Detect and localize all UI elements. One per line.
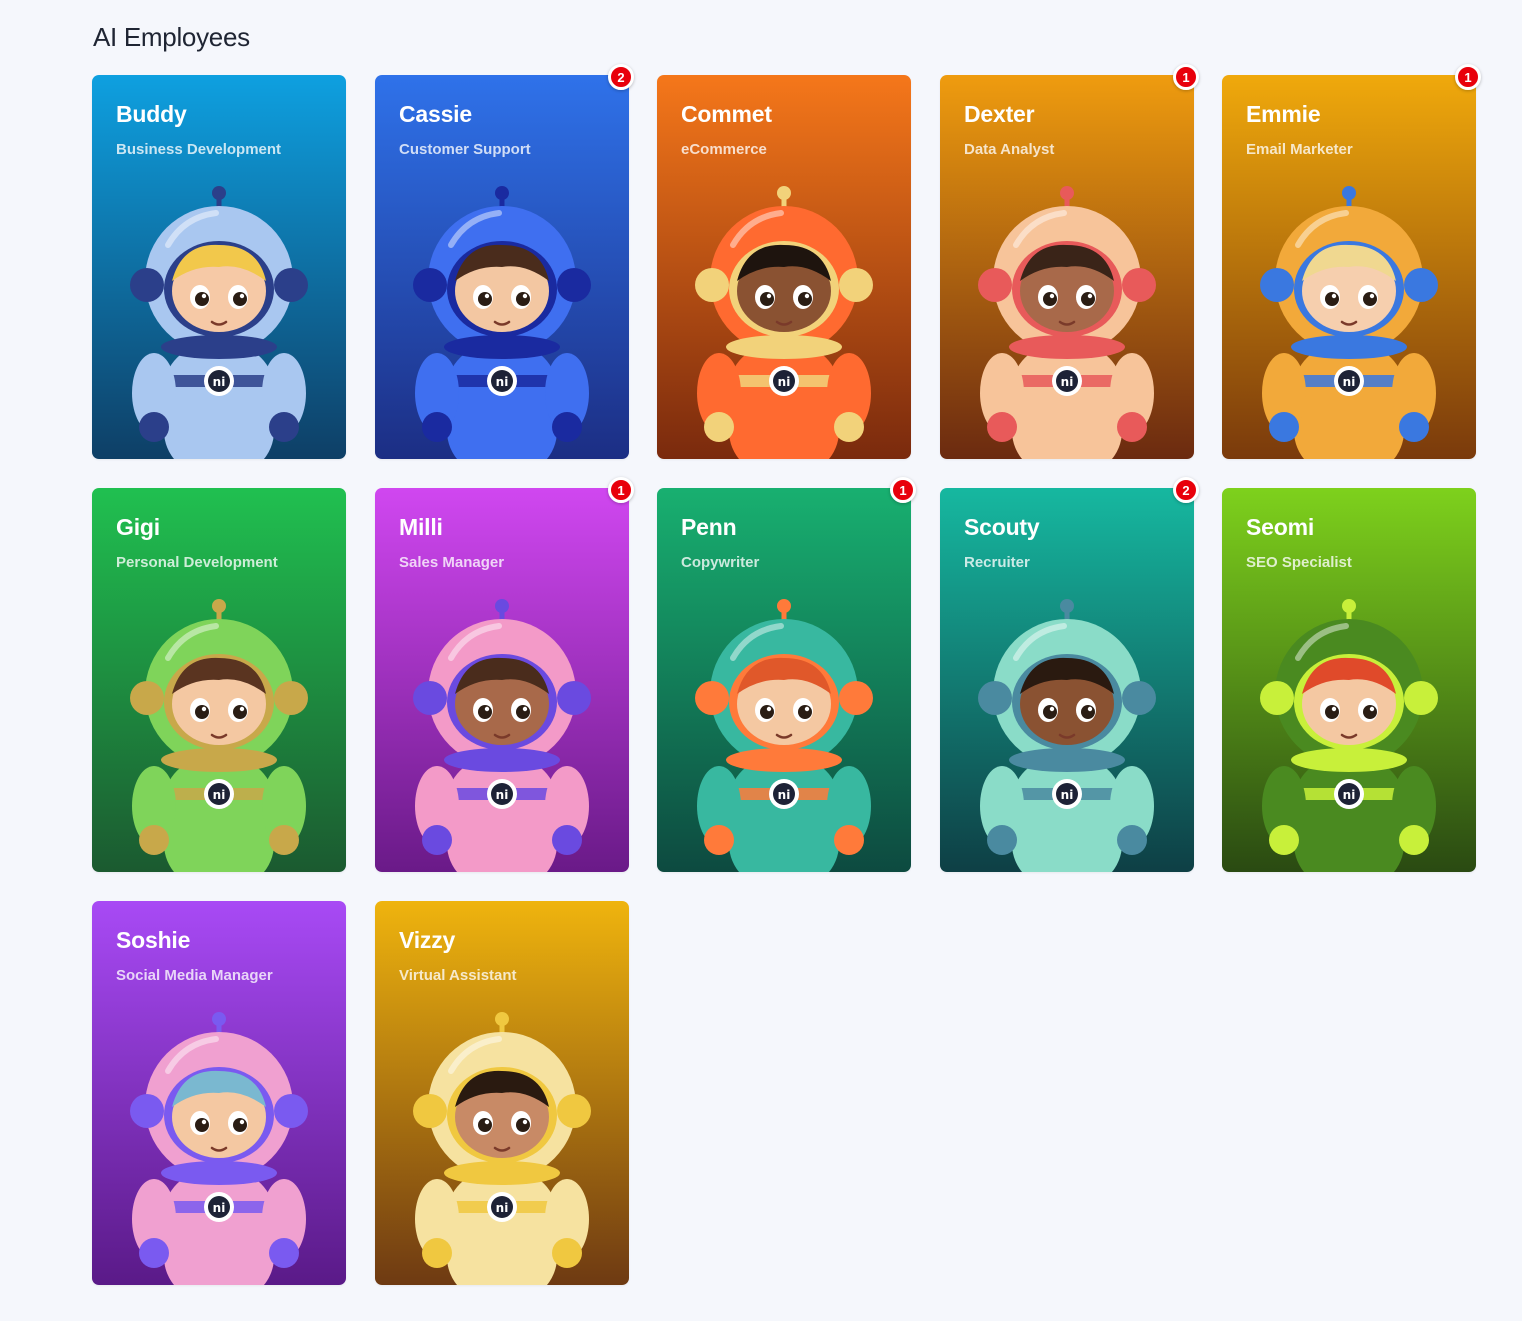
page-title: AI Employees [93,22,250,52]
employee-card-milli[interactable]: ni Milli Sales Manager [375,488,629,872]
svg-text:ni: ni [1343,375,1356,389]
employee-role: Data Analyst [964,141,1055,158]
employee-role: Customer Support [399,141,531,158]
employee-role: eCommerce [681,141,767,158]
employee-card-commet[interactable]: ni Commet eCommerce [657,75,911,459]
employee-card-vizzy[interactable]: ni Vizzy Virtual Assistant [375,901,629,1285]
notification-badge-dexter: 1 [1173,64,1199,90]
employee-name: Milli [399,514,443,540]
employee-name: Vizzy [399,927,456,953]
svg-text:ni: ni [213,788,226,802]
astronaut-avatar-image: ni [978,186,1156,459]
astronaut-avatar-image: ni [1260,599,1438,872]
notification-badge-emmie: 1 [1455,64,1481,90]
svg-text:ni: ni [213,1201,226,1215]
employee-card-soshie[interactable]: ni Soshie Social Media Manager [92,901,346,1285]
svg-text:ni: ni [496,788,509,802]
employee-name: Seomi [1246,514,1315,540]
employee-name: Scouty [964,514,1040,540]
employee-role: Business Development [116,141,282,158]
employee-card-gigi[interactable]: ni Gigi Personal Development [92,488,346,872]
svg-text:ni: ni [1061,788,1074,802]
svg-text:ni: ni [1061,375,1074,389]
employee-name: Commet [681,101,772,127]
notification-badge-scouty: 2 [1173,477,1199,503]
employee-role: SEO Specialist [1246,554,1352,571]
svg-text:ni: ni [496,375,509,389]
employee-card-cassie[interactable]: ni Cassie Customer Support [375,75,629,459]
employee-card-buddy[interactable]: ni Buddy Business Development [92,75,346,459]
employee-name: Penn [681,514,737,540]
employee-name: Dexter [964,101,1035,127]
employee-role: Personal Development [116,554,278,571]
employee-card-penn[interactable]: ni Penn Copywriter [657,488,911,872]
astronaut-avatar-image: ni [413,1012,591,1285]
employee-role: Sales Manager [399,554,505,571]
astronaut-avatar-image: ni [413,599,591,872]
employee-name: Emmie [1246,101,1321,127]
svg-text:ni: ni [496,1201,509,1215]
astronaut-avatar-image: ni [978,599,1156,872]
astronaut-avatar-image: ni [130,599,308,872]
employee-name: Cassie [399,101,472,127]
notification-badge-cassie: 2 [608,64,634,90]
employee-card-scouty[interactable]: ni Scouty Recruiter [940,488,1194,872]
employee-role: Recruiter [964,554,1030,571]
employee-card-emmie[interactable]: ni Emmie Email Marketer [1222,75,1476,459]
astronaut-avatar-image: ni [1260,186,1438,459]
employee-card-seomi[interactable]: ni Seomi SEO Specialist [1222,488,1476,872]
astronaut-avatar-image: ni [695,599,873,872]
svg-text:ni: ni [778,788,791,802]
svg-text:ni: ni [213,375,226,389]
astronaut-avatar-image: ni [413,186,591,459]
svg-text:ni: ni [778,375,791,389]
employee-name: Gigi [116,514,160,540]
notification-badge-milli: 1 [608,477,634,503]
employee-name: Buddy [116,101,187,127]
employee-role: Virtual Assistant [399,967,517,984]
astronaut-avatar-image: ni [695,186,873,459]
employee-name: Soshie [116,927,191,953]
svg-text:ni: ni [1343,788,1356,802]
astronaut-avatar-image: ni [130,1012,308,1285]
employee-role: Copywriter [681,554,760,571]
notification-badge-penn: 1 [890,477,916,503]
employee-role: Social Media Manager [116,967,273,984]
employee-role: Email Marketer [1246,141,1353,158]
employee-card-dexter[interactable]: ni Dexter Data Analyst [940,75,1194,459]
astronaut-avatar-image: ni [130,186,308,459]
